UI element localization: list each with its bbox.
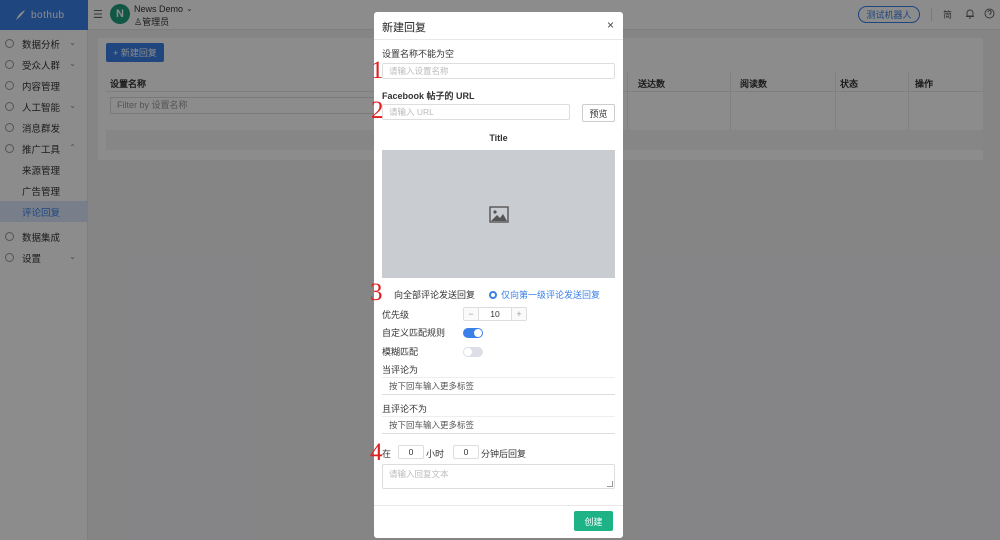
reply-all-label: 向全部评论发送回复 [394,290,476,300]
toggle-knob [464,348,472,356]
name-label: 设置名称不能为空 [382,49,455,59]
resize-handle-icon[interactable] [607,481,613,487]
url-label: Facebook 帖子的 URL [382,91,475,101]
delay-hours-unit: 小时 [426,449,445,459]
fuzzy-match-label: 模糊匹配 [382,347,419,357]
decrement-button[interactable]: − [464,308,478,320]
image-icon [488,205,509,223]
name-input[interactable]: 请输入设置名称 [382,63,615,79]
priority-stepper: − 10 + [463,307,527,321]
toggle-knob [474,329,482,337]
annotation-1: 1 [371,57,384,84]
annotation-3: 3 [370,279,383,306]
comment-is-label: 当评论为 [382,365,419,375]
reply-all-comments-option[interactable]: 向全部评论发送回复 [394,288,475,301]
comment-not-label: 且评论不为 [382,404,428,414]
delay-suffix: 分钟后回复 [481,449,527,459]
reply-first-level-label: 仅向第一级评论发送回复 [501,290,601,300]
custom-rule-toggle[interactable] [463,328,483,338]
new-reply-dialog: 新建回复 × 设置名称不能为空 请输入设置名称 Facebook 帖子的 URL… [374,12,623,538]
reply-placeholder: 请输入回复文本 [389,469,449,479]
dialog-footer-divider [374,505,623,506]
annotation-2: 2 [371,97,384,124]
annotation-4: 4 [370,439,383,466]
dialog-header: 新建回复 × [374,12,623,40]
post-card-title: Title [489,133,508,143]
url-input[interactable]: 请输入 URL [382,104,570,120]
delay-hours-input[interactable]: 0 [398,445,424,459]
priority-value[interactable]: 10 [478,308,512,320]
create-button[interactable]: 创建 [574,511,613,531]
fuzzy-match-toggle[interactable] [463,347,483,357]
dialog-title: 新建回复 [382,22,426,34]
reply-scope-group: 向全部评论发送回复 仅向第一级评论发送回复 [394,288,619,300]
priority-label: 优先级 [382,310,410,320]
delay-minutes-input[interactable]: 0 [453,445,479,459]
comment-is-tag-input[interactable]: 按下回车输入更多标签 [382,377,615,395]
preview-button[interactable]: 预览 [582,104,615,122]
post-image-placeholder [382,150,615,278]
increment-button[interactable]: + [512,308,526,320]
close-icon[interactable]: × [607,18,614,32]
delay-prefix: 在 [382,449,392,459]
reply-first-level-option[interactable]: 仅向第一级评论发送回复 [489,288,600,301]
reply-textarea[interactable]: 请输入回复文本 [382,464,615,489]
radio-selected-icon [489,290,497,299]
custom-rule-label: 自定义匹配规则 [382,328,446,338]
comment-not-tag-input[interactable]: 按下回车输入更多标签 [382,416,615,434]
